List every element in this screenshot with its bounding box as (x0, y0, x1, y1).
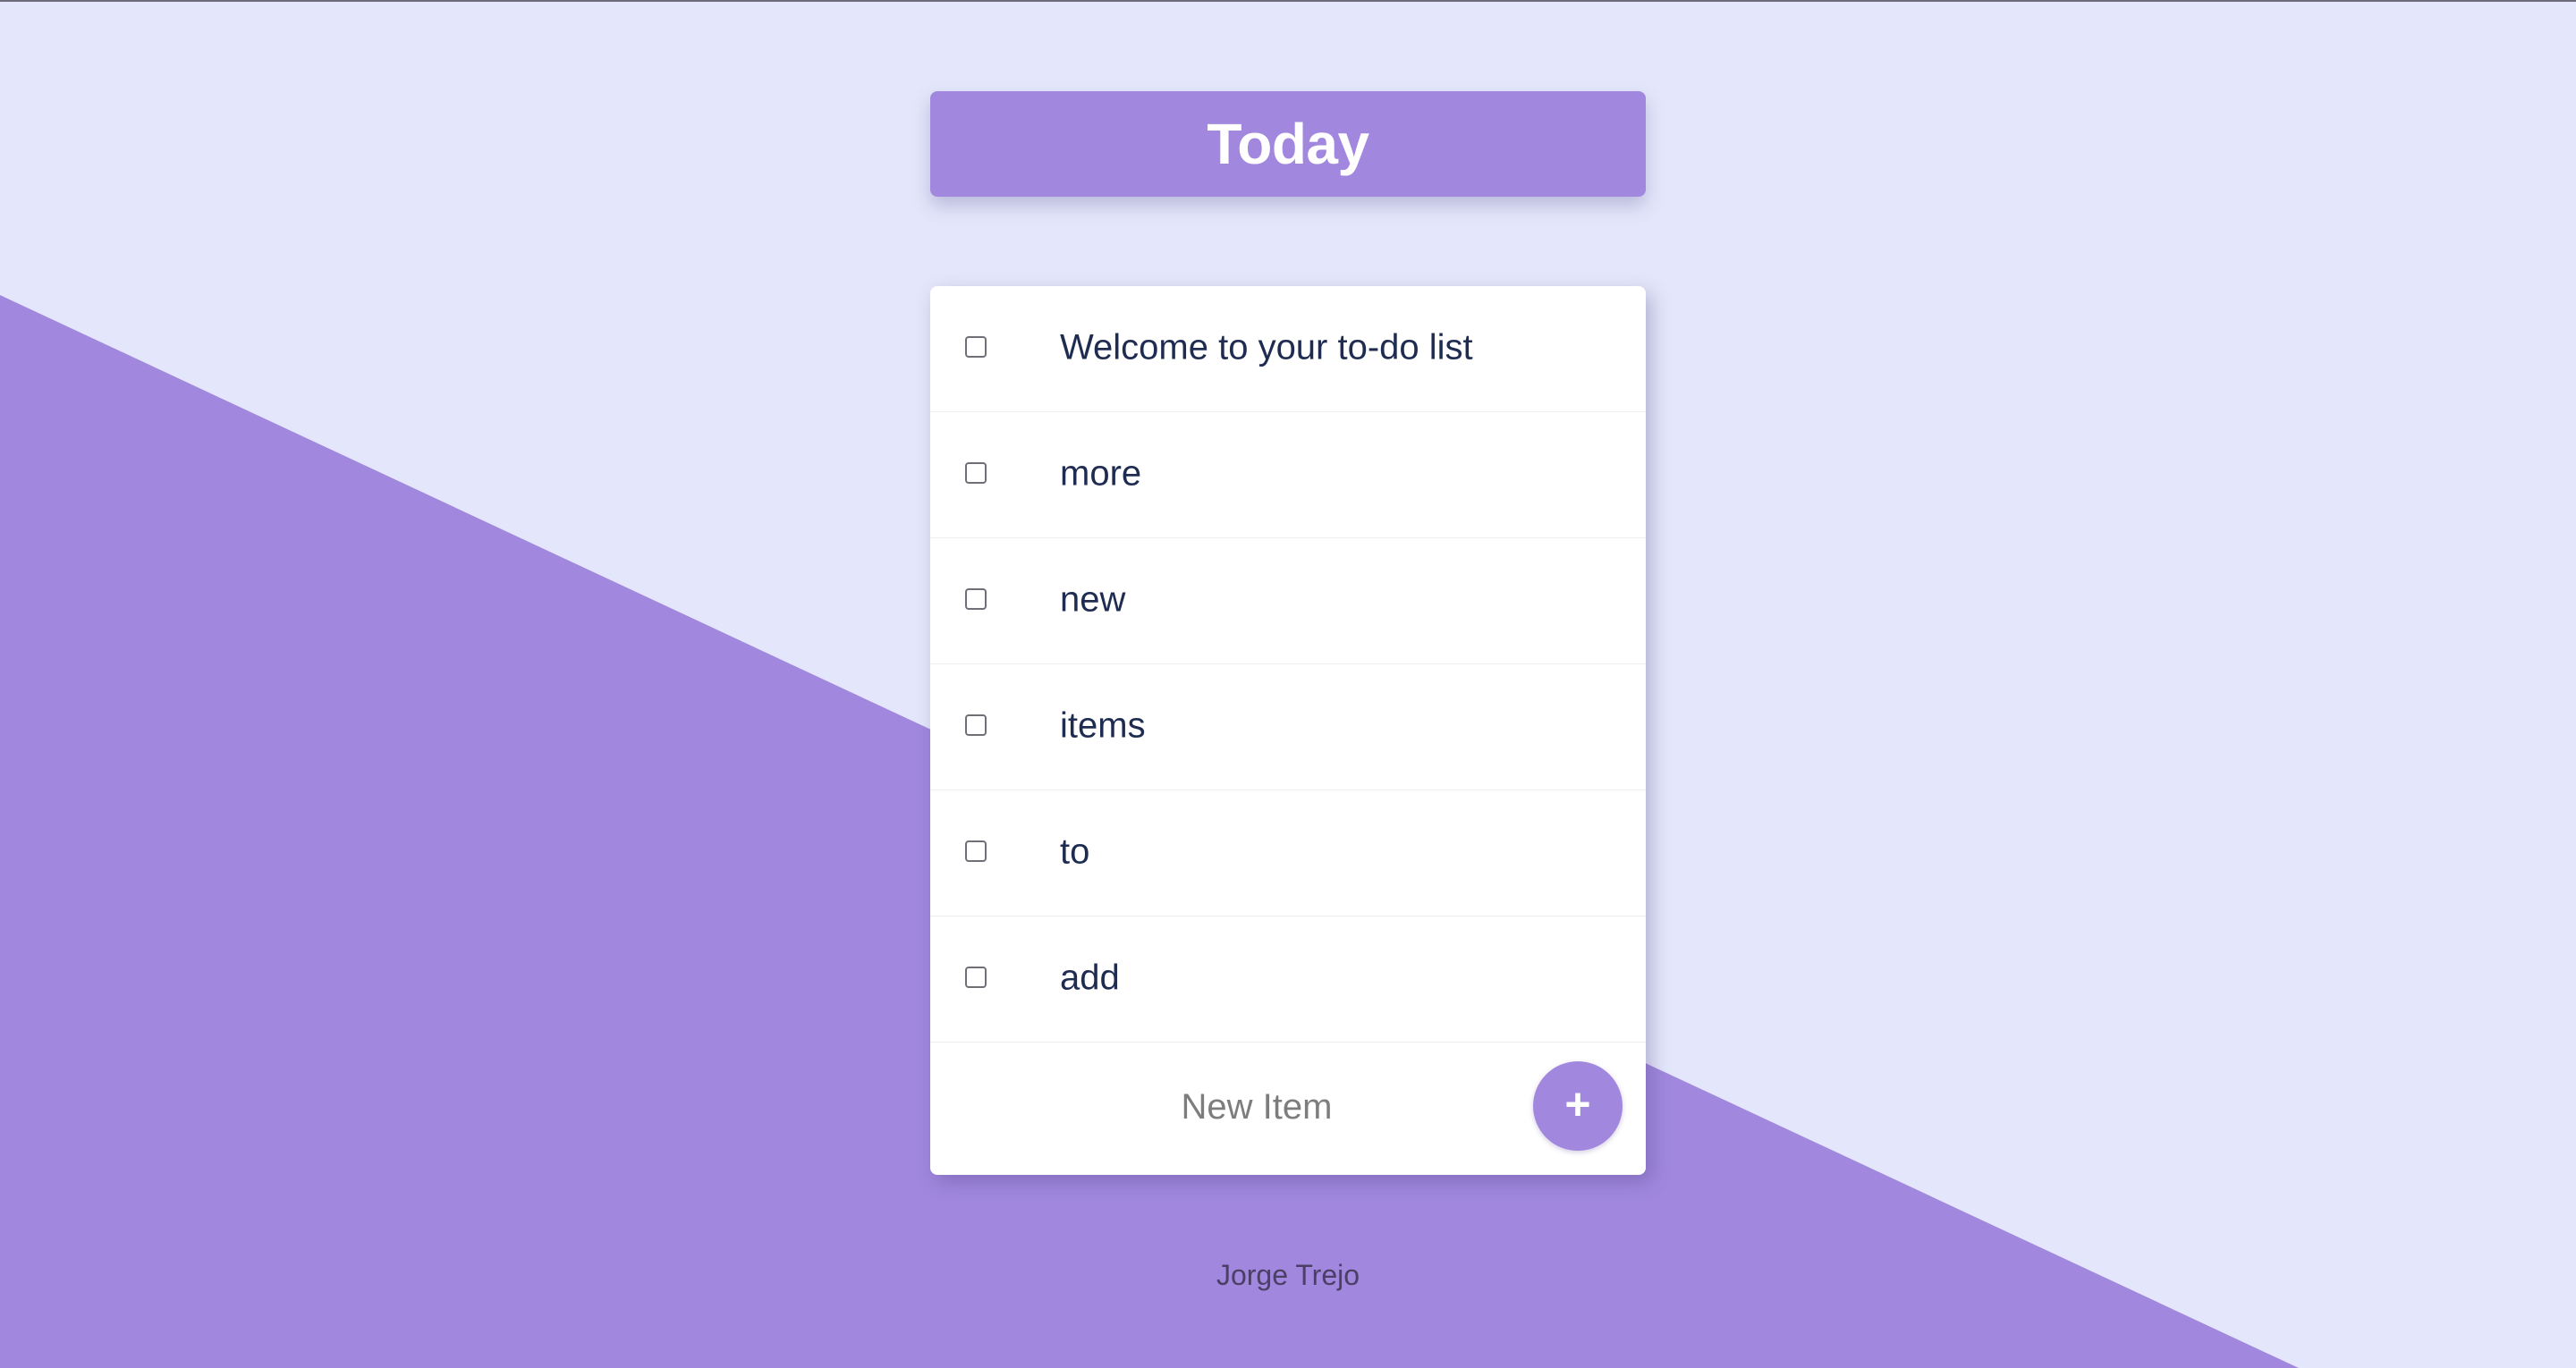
list-item: Welcome to your to-do list (930, 286, 1646, 412)
item-label: to (1060, 832, 1090, 872)
heading-banner: Today (930, 91, 1646, 197)
item-label: Welcome to your to-do list (1060, 327, 1473, 367)
add-item-button[interactable]: + (1533, 1061, 1623, 1151)
item-label: add (1060, 958, 1120, 998)
list-item: more (930, 412, 1646, 538)
page: Today Welcome to your to-do list more ne… (0, 0, 2576, 1368)
plus-icon: + (1564, 1079, 1591, 1129)
item-label: new (1060, 579, 1126, 620)
page-title: Today (1207, 112, 1369, 176)
item-checkbox[interactable] (965, 336, 987, 358)
list-item: new (930, 538, 1646, 664)
item-checkbox[interactable] (965, 462, 987, 484)
list-item: add (930, 916, 1646, 1043)
list-item: to (930, 790, 1646, 916)
new-item-form: + (930, 1043, 1646, 1172)
item-checkbox[interactable] (965, 588, 987, 610)
item-label: items (1060, 705, 1146, 746)
footer-author: Jorge Trejo (1216, 1259, 1360, 1291)
new-item-input[interactable] (966, 1062, 1601, 1152)
item-label: more (1060, 453, 1142, 494)
list-item: items (930, 664, 1646, 790)
item-checkbox[interactable] (965, 714, 987, 736)
todo-list-card: Welcome to your to-do list more new item… (930, 286, 1646, 1175)
item-checkbox[interactable] (965, 967, 987, 988)
item-checkbox[interactable] (965, 840, 987, 862)
